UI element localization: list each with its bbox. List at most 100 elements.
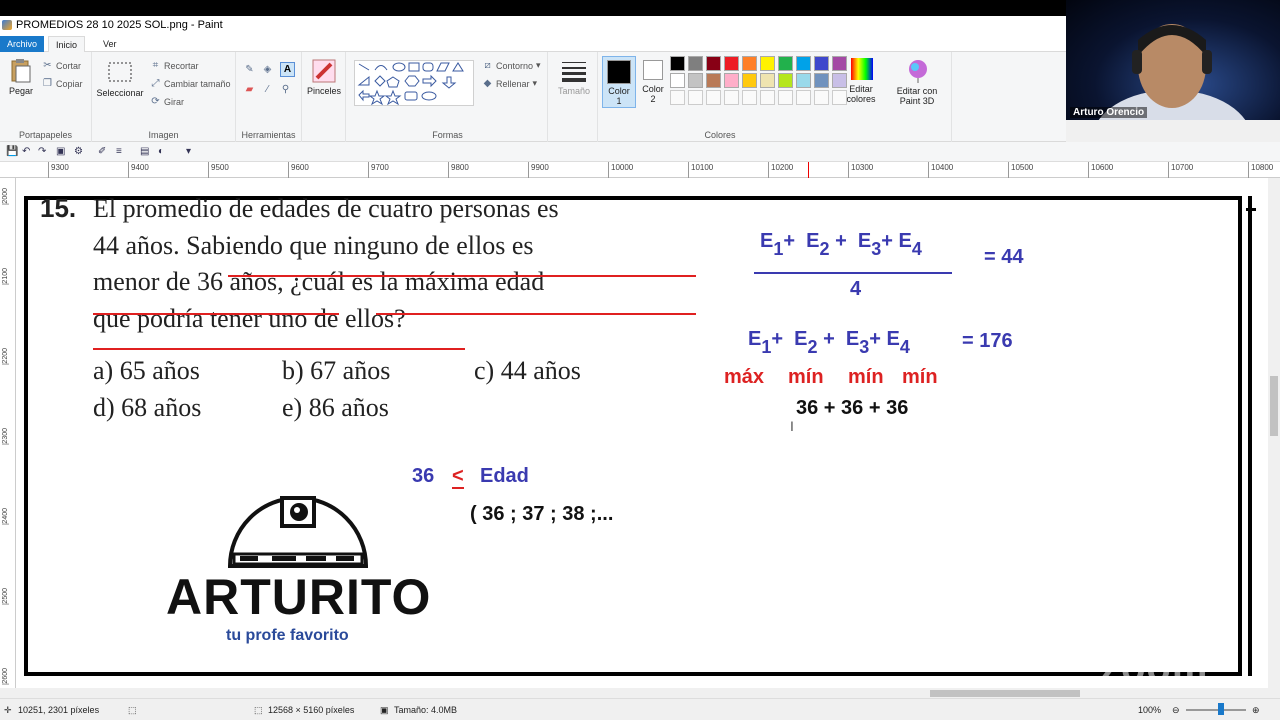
- paste-label: Pegar: [8, 86, 34, 96]
- edit-colors-button[interactable]: Editar colores: [844, 56, 880, 104]
- problem-line-1: El promedio de edades de cuatro personas…: [93, 194, 559, 223]
- palette-small-icon[interactable]: ◐: [158, 146, 164, 157]
- tab-view[interactable]: Ver: [96, 36, 124, 52]
- zoom-slider-thumb[interactable]: [1218, 703, 1224, 715]
- fill-dropdown[interactable]: ◆ Rellenar ▾: [482, 78, 537, 89]
- problem-number: 15.: [40, 190, 76, 227]
- ribbon: Pegar ✂ Cortar ❐ Copiar Portapapeles Selec…: [0, 52, 1066, 142]
- copy-button[interactable]: ❐ Copiar: [42, 78, 83, 89]
- palette-swatch-empty[interactable]: [724, 90, 739, 105]
- e-var: E: [857, 230, 872, 252]
- palette-swatch-empty[interactable]: [814, 90, 829, 105]
- brushes-button[interactable]: Pinceles: [306, 58, 342, 96]
- palette-swatch[interactable]: [760, 73, 775, 88]
- e-var: E: [886, 328, 900, 350]
- pencil-tool[interactable]: ✎: [244, 64, 255, 75]
- window-icon[interactable]: ▣: [56, 146, 65, 157]
- palette-swatch[interactable]: [742, 56, 757, 71]
- fill-tool[interactable]: ◈: [262, 64, 273, 75]
- palette-swatch[interactable]: [796, 56, 811, 71]
- palette-swatch[interactable]: [706, 73, 721, 88]
- customize-qat-icon[interactable]: ▾: [186, 146, 191, 157]
- palette-swatch-empty[interactable]: [742, 90, 757, 105]
- redo-icon[interactable]: ↷: [38, 146, 46, 157]
- rotate-button[interactable]: ⟳ Girar: [150, 96, 184, 107]
- palette-swatch[interactable]: [670, 73, 685, 88]
- plus-sign: +: [881, 230, 893, 252]
- palette-swatch[interactable]: [724, 73, 739, 88]
- eraser-icon: ▰: [245, 84, 254, 95]
- select-button[interactable]: Seleccionar: [96, 60, 144, 98]
- palette-swatch[interactable]: [778, 73, 793, 88]
- undo-icon[interactable]: ↶: [22, 146, 30, 157]
- cut-button[interactable]: ✂ Cortar: [42, 60, 81, 71]
- ruler-tick: 2500: [2, 588, 9, 605]
- e-sub-2: 2: [819, 239, 830, 259]
- tab-home[interactable]: Inicio: [48, 36, 86, 52]
- horizontal-scrollbar[interactable]: [16, 688, 1268, 698]
- text-tool[interactable]: A: [280, 62, 295, 77]
- image-dims-icon: ⬚: [254, 705, 263, 715]
- palette-swatch-empty[interactable]: [796, 90, 811, 105]
- palette-swatch-empty[interactable]: [670, 90, 685, 105]
- clipboard-icon: [8, 58, 34, 84]
- colors-group-label: Colores: [704, 130, 736, 140]
- image-dimensions: 12568 × 5160 píxeles: [268, 705, 355, 715]
- e-sub-4: 4: [899, 337, 910, 357]
- lines-icon[interactable]: ≡: [116, 146, 122, 157]
- palette-swatch[interactable]: [688, 56, 703, 71]
- outline-dropdown[interactable]: ⧄ Contorno ▾: [482, 60, 540, 71]
- image-group: Seleccionar ⌗ Recortar ⤢ Cambiar tamaño ⟳ G…: [92, 52, 236, 142]
- shapes-gallery[interactable]: [354, 60, 474, 106]
- tools-group: ✎ ◈ A ▰ ⁄ ⚲ Herramientas: [236, 52, 302, 142]
- page-icon[interactable]: ▤: [140, 146, 149, 157]
- tools-icon[interactable]: ⚙: [74, 146, 83, 157]
- palette-swatch-empty[interactable]: [778, 90, 793, 105]
- eraser-tool[interactable]: ▰: [244, 84, 255, 95]
- brush-small-icon[interactable]: ✐: [98, 146, 106, 157]
- palette-swatch[interactable]: [670, 56, 685, 71]
- zoom-out-icon[interactable]: ⊖: [1172, 705, 1180, 716]
- palette-swatch[interactable]: [814, 56, 829, 71]
- resize-button[interactable]: ⤢ Cambiar tamaño: [150, 78, 231, 89]
- tab-file[interactable]: Archivo: [0, 36, 45, 52]
- palette-swatch[interactable]: [706, 56, 721, 71]
- e-var: E: [898, 230, 912, 252]
- palette-swatch[interactable]: [724, 56, 739, 71]
- save-icon[interactable]: 💾: [6, 146, 18, 157]
- crop-button[interactable]: ⌗ Recortar: [150, 60, 199, 71]
- palette-swatch-empty[interactable]: [706, 90, 721, 105]
- presenter-name: Arturo Orencio: [1070, 107, 1148, 118]
- canvas-area[interactable]: 15. El promedio de edades de cuatro pers…: [16, 178, 1268, 688]
- color2-button[interactable]: Color 2: [638, 56, 668, 104]
- palette-swatch[interactable]: [742, 73, 757, 88]
- problem-line-2: 44 años. Sabiendo que ninguno de ellos e…: [93, 231, 534, 260]
- drawing-canvas[interactable]: 15. El promedio de edades de cuatro pers…: [16, 178, 1268, 688]
- horizontal-scroll-thumb[interactable]: [930, 690, 1080, 697]
- palette-swatch[interactable]: [688, 73, 703, 88]
- vertical-scrollbar[interactable]: [1268, 178, 1280, 688]
- size-button[interactable]: Tamaño: [556, 58, 592, 96]
- zoom-slider[interactable]: [1186, 709, 1246, 711]
- palette-swatch[interactable]: [760, 56, 775, 71]
- sum-numerator: E1+ E2 + E3+ E4: [760, 230, 922, 259]
- color-picker-tool[interactable]: ⁄: [262, 84, 273, 95]
- palette-swatch[interactable]: [814, 73, 829, 88]
- magnifier-tool[interactable]: ⚲: [280, 84, 291, 95]
- palette-swatch[interactable]: [796, 73, 811, 88]
- e-sub-2: 2: [807, 337, 818, 357]
- palette-swatch[interactable]: [778, 56, 793, 71]
- tools-group-label: Herramientas: [241, 130, 296, 140]
- edit-paint3d-button[interactable]: Editar con Paint 3D: [888, 58, 948, 106]
- paste-button[interactable]: Pegar: [4, 58, 38, 96]
- underline-2: [93, 313, 339, 315]
- zoom-in-icon[interactable]: ⊕: [1252, 705, 1260, 716]
- vertical-scroll-thumb[interactable]: [1270, 376, 1278, 436]
- crop-label: Recortar: [164, 60, 199, 71]
- palette-swatch-empty[interactable]: [688, 90, 703, 105]
- file-size: Tamaño: 4.0MB: [394, 705, 458, 715]
- sum-equation: E1+ E2 + E3+ E4: [748, 328, 910, 357]
- crop-icon: ⌗: [152, 60, 159, 71]
- color1-button[interactable]: Color 1: [602, 56, 636, 108]
- palette-swatch-empty[interactable]: [760, 90, 775, 105]
